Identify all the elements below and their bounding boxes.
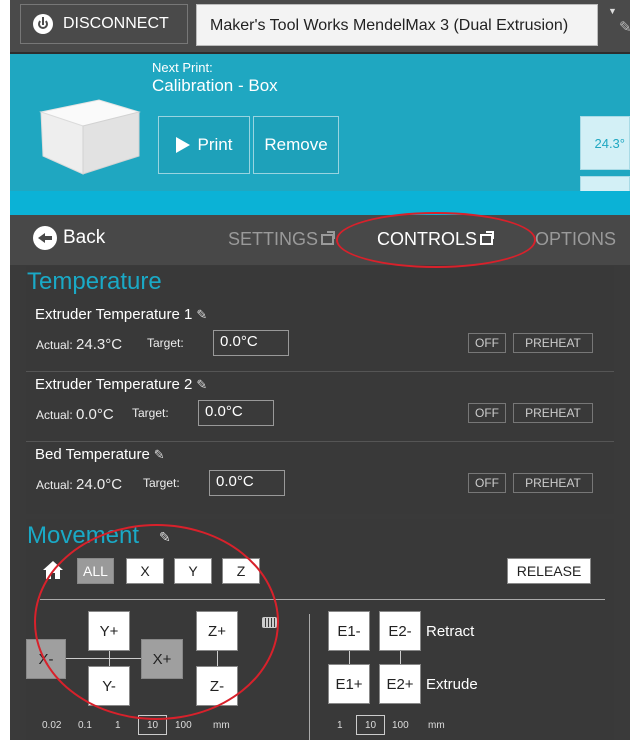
actual-label: Actual: xyxy=(36,408,73,422)
actual-readout: Actual: 24.3°C xyxy=(36,336,122,353)
temp-row-bed: Bed Temperature ✎ Actual: 24.0°C Target:… xyxy=(26,442,614,512)
disconnect-label: DISCONNECT xyxy=(63,15,169,32)
tab-settings[interactable]: SETTINGS xyxy=(228,229,336,250)
step-option[interactable]: 100 xyxy=(175,720,192,731)
tab-options[interactable]: OPTIONS xyxy=(535,229,616,250)
temp-name-text: Bed Temperature xyxy=(35,446,150,463)
caret-down-icon[interactable]: ▼ xyxy=(608,6,617,16)
top-bar: DISCONNECT Maker's Tool Works MendelMax … xyxy=(10,0,630,54)
temp-row-extruder-2: Extruder Temperature 2 ✎ Actual: 0.0°C T… xyxy=(26,372,614,442)
external-link-icon xyxy=(321,231,336,245)
temp-row-name: Extruder Temperature 1 ✎ xyxy=(35,306,207,323)
step-option[interactable]: 1 xyxy=(337,720,343,731)
actual-value: 24.0°C xyxy=(76,476,123,493)
back-label: Back xyxy=(63,227,106,248)
next-print-label: Next Print: xyxy=(152,60,213,75)
temp-readout-1[interactable]: 24.3° xyxy=(580,116,630,170)
print-label: Print xyxy=(197,135,233,154)
actual-value: 24.3°C xyxy=(76,336,123,353)
temp-row-name: Bed Temperature ✎ xyxy=(35,446,165,463)
target-input[interactable]: 0.0°C xyxy=(213,330,289,356)
target-label: Target: xyxy=(147,336,184,350)
tab-options-label: OPTIONS xyxy=(535,229,617,249)
nav-bar: Back SETTINGS CONTROLS OPTIONS xyxy=(10,215,630,265)
pencil-icon[interactable]: ✎ xyxy=(619,18,630,36)
jog-e2-minus-button[interactable]: E2- xyxy=(379,611,421,651)
pencil-icon[interactable]: ✎ xyxy=(196,377,207,393)
temp-name-text: Extruder Temperature 2 xyxy=(35,376,193,393)
actual-label: Actual: xyxy=(36,338,73,352)
preheat-button[interactable]: PREHEAT xyxy=(513,403,593,423)
back-arrow-icon xyxy=(33,226,57,250)
printer-select[interactable]: Maker's Tool Works MendelMax 3 (Dual Ext… xyxy=(196,4,598,46)
off-button[interactable]: OFF xyxy=(468,473,506,493)
jog-e2-plus-button[interactable]: E2+ xyxy=(379,664,421,704)
preheat-button[interactable]: PREHEAT xyxy=(513,333,593,353)
app-window: DISCONNECT Maker's Tool Works MendelMax … xyxy=(10,0,630,740)
next-print-panel: Next Print: Calibration - Box Print Remo… xyxy=(10,54,630,230)
divider xyxy=(309,614,310,740)
actual-value: 0.0°C xyxy=(76,406,114,423)
off-button[interactable]: OFF xyxy=(468,333,506,353)
preheat-button[interactable]: PREHEAT xyxy=(513,473,593,493)
annotation-ellipse-movement xyxy=(34,524,279,720)
extrude-label: Extrude xyxy=(426,676,478,693)
temp-row-extruder-1: Extruder Temperature 1 ✎ Actual: 24.3°C … xyxy=(26,302,614,372)
step-option[interactable]: 0.1 xyxy=(78,720,92,731)
unit-label: mm xyxy=(428,720,445,731)
remove-button[interactable]: Remove xyxy=(253,116,339,174)
pencil-icon[interactable]: ✎ xyxy=(154,447,165,463)
next-print-title: Calibration - Box xyxy=(152,76,278,95)
release-button[interactable]: RELEASE xyxy=(507,558,591,584)
print-button[interactable]: Print xyxy=(158,116,250,174)
temperature-panel: Temperature Extruder Temperature 1 ✎ Act… xyxy=(26,266,614,514)
off-button[interactable]: OFF xyxy=(468,403,506,423)
disconnect-button[interactable]: DISCONNECT xyxy=(20,4,188,44)
tab-settings-label: SETTINGS xyxy=(228,229,319,249)
target-label: Target: xyxy=(132,406,169,420)
actual-readout: Actual: 0.0°C xyxy=(36,406,114,423)
target-input[interactable]: 0.0°C xyxy=(209,470,285,496)
target-label: Target: xyxy=(143,476,180,490)
step-option[interactable]: 100 xyxy=(392,720,409,731)
jog-e1-plus-button[interactable]: E1+ xyxy=(328,664,370,704)
step-option-selected[interactable]: 10 xyxy=(147,720,158,731)
step-option[interactable]: 1 xyxy=(115,720,121,731)
back-button[interactable]: Back xyxy=(33,226,105,250)
step-option[interactable]: 0.02 xyxy=(42,720,61,731)
play-icon xyxy=(175,137,190,153)
jog-e1-minus-button[interactable]: E1- xyxy=(328,611,370,651)
power-icon xyxy=(33,14,53,34)
unit-label: mm xyxy=(213,720,230,731)
pencil-icon[interactable]: ✎ xyxy=(196,307,207,323)
retract-label: Retract xyxy=(426,623,475,640)
progress-strip xyxy=(10,191,630,215)
temp-name-text: Extruder Temperature 1 xyxy=(35,306,193,323)
actual-label: Actual: xyxy=(36,478,73,492)
actual-readout: Actual: 24.0°C xyxy=(36,476,122,493)
target-input[interactable]: 0.0°C xyxy=(198,400,274,426)
temp-row-name: Extruder Temperature 2 ✎ xyxy=(35,376,207,393)
step-option-selected[interactable]: 10 xyxy=(365,720,376,731)
temperature-title: Temperature xyxy=(27,268,162,295)
model-thumbnail xyxy=(39,99,141,175)
annotation-ellipse-controls xyxy=(336,212,536,268)
